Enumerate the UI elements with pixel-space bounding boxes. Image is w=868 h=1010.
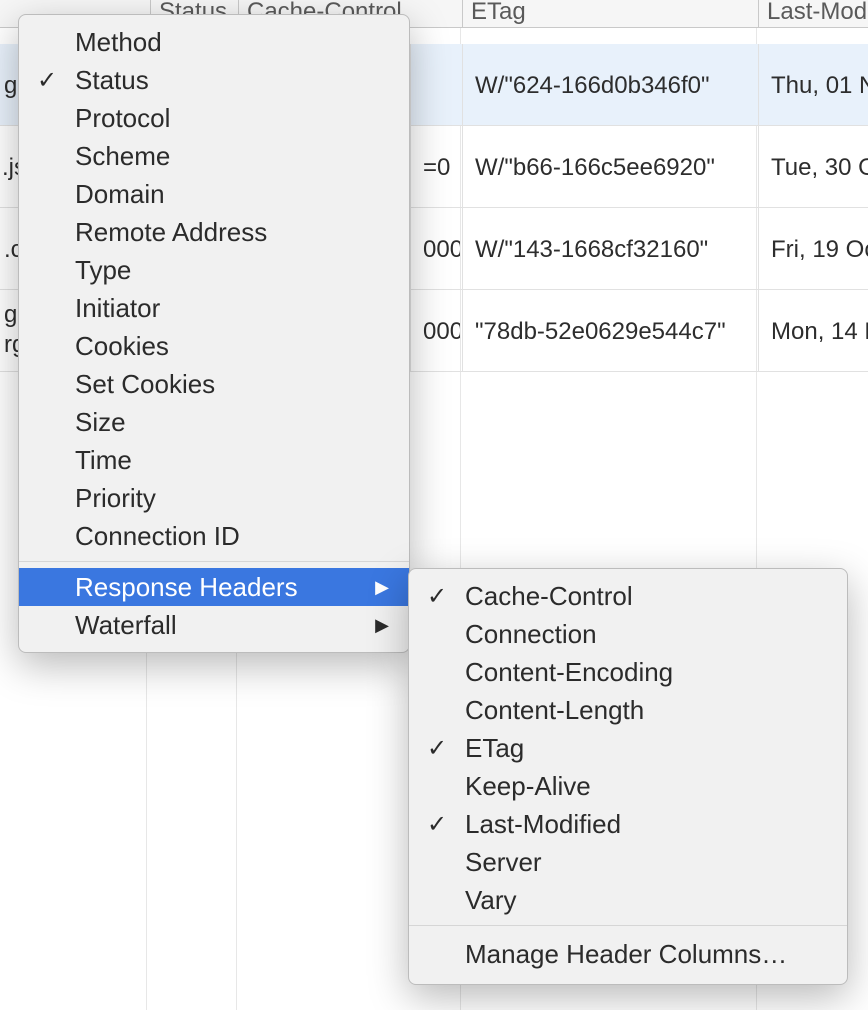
col-header-last-modified[interactable]: Last-Mod <box>758 0 868 28</box>
menu-item-label: Remote Address <box>75 217 389 248</box>
menu-item-label: Connection ID <box>75 521 389 552</box>
menu-item-priority[interactable]: Priority <box>19 479 409 517</box>
response-headers-submenu[interactable]: ✓ Cache-Control Connection Content-Encod… <box>408 568 848 985</box>
menu-item-cookies[interactable]: Cookies <box>19 327 409 365</box>
col-header-etag[interactable]: ETag <box>462 0 756 28</box>
cell-etag: W/"624-166d0b346f0" <box>462 44 756 126</box>
menu-item-method[interactable]: Method <box>19 23 409 61</box>
menu-item-type[interactable]: Type <box>19 251 409 289</box>
menu-item-label: Content-Length <box>465 695 827 726</box>
menu-item-size[interactable]: Size <box>19 403 409 441</box>
cell-etag: W/"b66-166c5ee6920" <box>462 126 756 208</box>
menu-item-response-headers[interactable]: Response Headers ▶ <box>19 568 409 606</box>
submenu-item-connection[interactable]: Connection <box>409 615 847 653</box>
submenu-item-keep-alive[interactable]: Keep-Alive <box>409 767 847 805</box>
menu-item-label: ETag <box>465 733 827 764</box>
menu-item-label: Domain <box>75 179 389 210</box>
submenu-item-manage-columns[interactable]: Manage Header Columns… <box>409 932 847 976</box>
cell-last-modified: Fri, 19 Oc <box>758 208 868 290</box>
menu-item-label: Time <box>75 445 389 476</box>
submenu-item-content-encoding[interactable]: Content-Encoding <box>409 653 847 691</box>
menu-item-label: Waterfall <box>75 610 361 641</box>
cell-cache-control: =0 <box>410 126 460 208</box>
submenu-arrow-icon: ▶ <box>361 615 389 636</box>
cell-cache-control: 000 <box>410 208 460 290</box>
check-icon: ✓ <box>409 734 465 763</box>
menu-item-label: Type <box>75 255 389 286</box>
submenu-item-content-length[interactable]: Content-Length <box>409 691 847 729</box>
cell-cache-control <box>410 44 460 126</box>
check-icon: ✓ <box>409 810 465 839</box>
menu-item-label: Method <box>75 27 389 58</box>
menu-item-label: Priority <box>75 483 389 514</box>
submenu-item-vary[interactable]: Vary <box>409 881 847 919</box>
menu-separator <box>409 925 847 926</box>
cell-etag: W/"143-1668cf32160" <box>462 208 756 290</box>
cell-last-modified: Tue, 30 O <box>758 126 868 208</box>
check-icon: ✓ <box>409 582 465 611</box>
menu-separator <box>19 561 409 562</box>
menu-item-label: Cache-Control <box>465 581 827 612</box>
menu-item-set-cookies[interactable]: Set Cookies <box>19 365 409 403</box>
menu-item-protocol[interactable]: Protocol <box>19 99 409 137</box>
menu-item-label: Response Headers <box>75 572 361 603</box>
submenu-item-server[interactable]: Server <box>409 843 847 881</box>
submenu-item-last-modified[interactable]: ✓ Last-Modified <box>409 805 847 843</box>
cell-last-modified: Mon, 14 M <box>758 290 868 372</box>
check-icon: ✓ <box>19 66 75 95</box>
menu-item-label: Size <box>75 407 389 438</box>
menu-item-label: Cookies <box>75 331 389 362</box>
menu-item-label: Scheme <box>75 141 389 172</box>
menu-item-label: Keep-Alive <box>465 771 827 802</box>
menu-item-label: Status <box>75 65 389 96</box>
menu-item-label: Vary <box>465 885 827 916</box>
menu-item-connection-id[interactable]: Connection ID <box>19 517 409 555</box>
submenu-item-cache-control[interactable]: ✓ Cache-Control <box>409 577 847 615</box>
menu-item-label: Connection <box>465 619 827 650</box>
menu-item-initiator[interactable]: Initiator <box>19 289 409 327</box>
cell-last-modified: Thu, 01 N <box>758 44 868 126</box>
submenu-item-etag[interactable]: ✓ ETag <box>409 729 847 767</box>
menu-item-label: Server <box>465 847 827 878</box>
cell-etag: "78db-52e0629e544c7" <box>462 290 756 372</box>
menu-item-label: Initiator <box>75 293 389 324</box>
menu-item-label: Last-Modified <box>465 809 827 840</box>
cell-cache-control: 000 <box>410 290 460 372</box>
menu-item-label: Manage Header Columns… <box>465 939 827 970</box>
menu-item-domain[interactable]: Domain <box>19 175 409 213</box>
menu-item-time[interactable]: Time <box>19 441 409 479</box>
menu-item-label: Set Cookies <box>75 369 389 400</box>
menu-item-waterfall[interactable]: Waterfall ▶ <box>19 606 409 644</box>
menu-item-remote-address[interactable]: Remote Address <box>19 213 409 251</box>
column-context-menu[interactable]: Method ✓ Status Protocol Scheme Domain R… <box>18 14 410 653</box>
menu-item-status[interactable]: ✓ Status <box>19 61 409 99</box>
menu-item-scheme[interactable]: Scheme <box>19 137 409 175</box>
menu-item-label: Protocol <box>75 103 389 134</box>
menu-item-label: Content-Encoding <box>465 657 827 688</box>
submenu-arrow-icon: ▶ <box>361 577 389 598</box>
